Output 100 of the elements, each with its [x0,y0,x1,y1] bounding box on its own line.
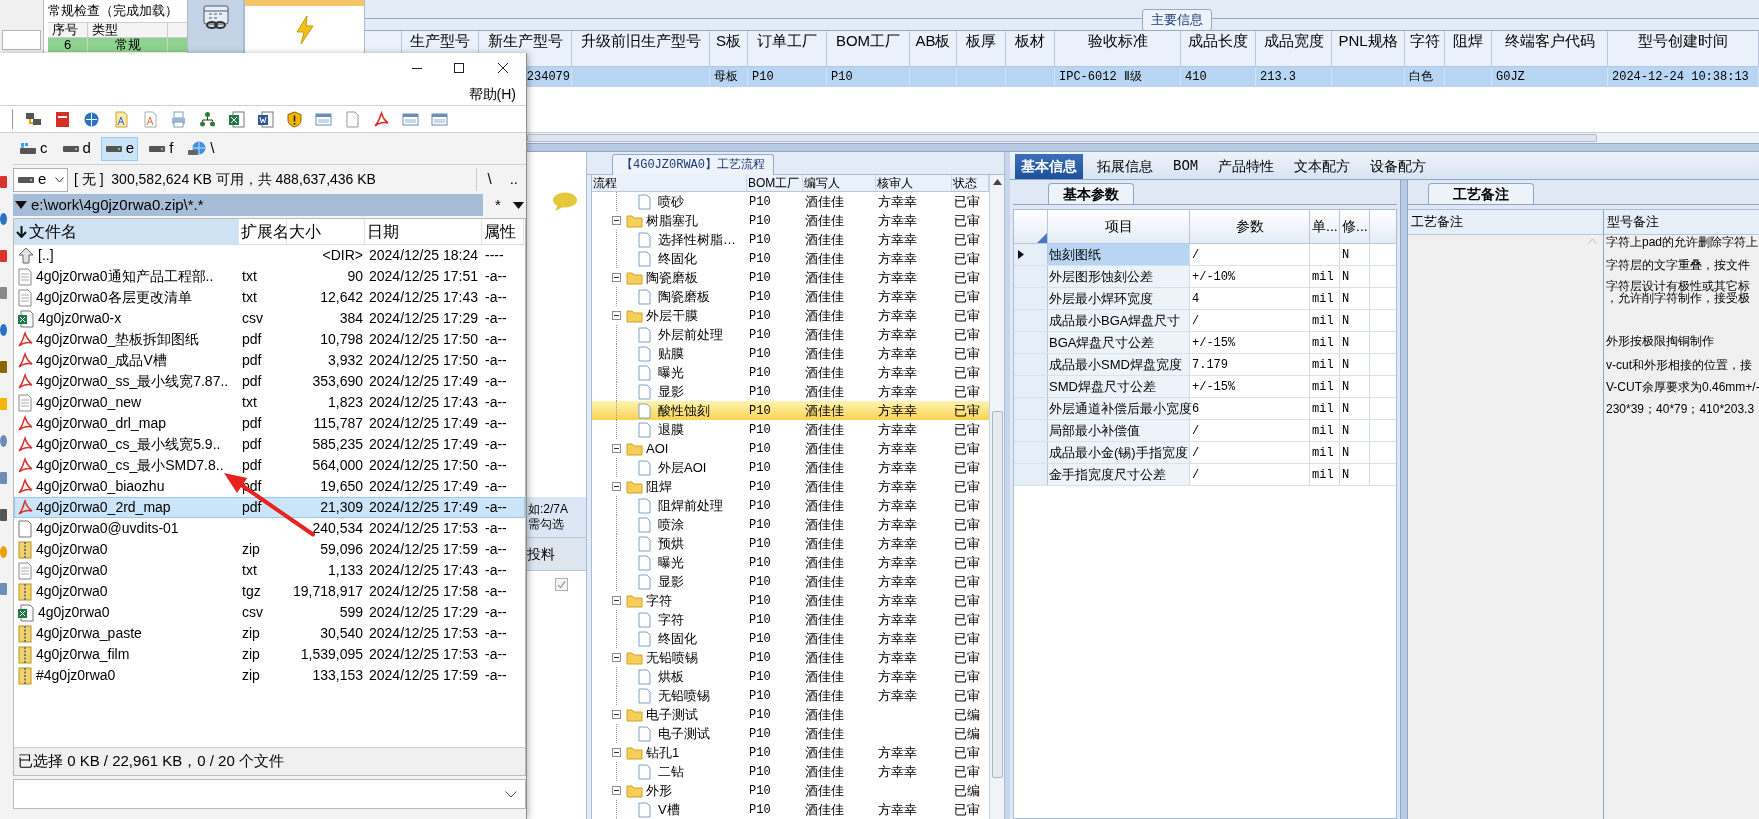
table-cell[interactable]: 成品最小SMD焊盘宽度 [1048,354,1190,375]
table-cell[interactable]: SMD焊盘尺寸公差 [1048,376,1190,397]
tree-item[interactable]: 曝光 [657,552,685,573]
scroll-up-icon[interactable] [992,179,1002,185]
file-name[interactable]: 4g0jz0rwa0_2rd_map [36,497,171,518]
tree-item[interactable]: 外层干膜 [646,305,698,326]
tree-item[interactable]: 无铅喷锡 [646,647,698,668]
column-header[interactable]: BOM工厂 [835,32,901,50]
tree-item[interactable]: 贴膜 [657,343,685,364]
calendar-link-icon[interactable] [200,4,231,30]
sidebar-icon[interactable] [0,508,8,522]
column-header[interactable]: BOM工厂 [747,175,803,191]
column-header[interactable]: 参数 [1190,210,1310,243]
tree-item[interactable]: 电子测试 [657,723,711,744]
tree-item[interactable]: 显影 [657,381,685,402]
column-header[interactable]: 序号 [48,23,88,37]
column-header[interactable]: 验收标准 [1087,32,1148,50]
file-name[interactable]: 4g0jz0rwa_paste [36,623,142,644]
file-name[interactable]: 4g0jz0rwa0_cs_最小SMD7.8.. [36,455,224,476]
drive-dropdown[interactable]: e [13,167,68,192]
column-header[interactable]: 日期 [365,219,482,244]
tree-item[interactable]: 喷砂 [657,191,685,212]
tree-item[interactable]: 选择性树脂… [657,229,737,250]
window-icon[interactable] [431,110,448,128]
column-header[interactable]: 单... [1310,210,1340,243]
file-name[interactable]: 4g0jz0rwa_film [36,644,130,665]
tab[interactable]: 文本配方 [1288,154,1357,179]
tree-item[interactable]: 字符 [657,609,685,630]
tree-item[interactable]: 退膜 [657,419,685,440]
column-header[interactable]: 字符 [1409,32,1440,50]
file-name[interactable]: 4g0jz0rwa0-x [38,308,122,329]
tree-item[interactable]: 树脂塞孔 [646,210,698,231]
tree-item[interactable]: 无铅喷锡 [657,685,711,706]
network-icon[interactable] [25,110,42,128]
tab[interactable]: 产品特性 [1212,154,1281,179]
collapse-icon[interactable] [611,311,621,320]
window-icon[interactable] [402,110,419,128]
collapse-icon[interactable] [611,273,621,282]
file-name[interactable]: 4g0jz0rwa0_drl_map [36,413,166,434]
tree-item[interactable]: 终固化 [657,628,698,649]
tree-item[interactable]: 显影 [657,571,685,592]
maximize-icon[interactable] [453,62,465,74]
tree-item[interactable]: 字符 [646,590,672,611]
tree-item[interactable]: 喷涂 [657,514,685,535]
corner-triangle-icon[interactable] [1037,233,1047,243]
column-header[interactable]: 编写人 [803,175,876,191]
file-name[interactable]: 4g0jz0rwa0各层更改清单 [36,287,192,308]
file-name[interactable]: 4g0jz0rwa0 [36,581,108,602]
sidebar-icon[interactable] [0,175,8,189]
file-name[interactable]: 4g0jz0rwa0_cs_最小线宽5.9.. [36,434,221,455]
menu-item[interactable]: 帮助(H) [466,83,518,105]
file-name[interactable]: 4g0jz0rwa0_new [36,392,142,413]
pdf-icon[interactable] [54,110,71,128]
column-header[interactable]: 终端客户代码 [1504,32,1595,50]
shield-icon[interactable] [286,110,303,128]
lightning-icon[interactable] [294,16,315,44]
root-button[interactable]: \ [487,168,492,191]
window-icon[interactable] [315,110,332,128]
table-cell[interactable]: 局部最小补偿值 [1048,420,1190,441]
file-name[interactable]: 4g0jz0rwa0_biaozhu [36,476,165,497]
collapse-icon[interactable] [611,710,621,719]
drive-button[interactable]: \ [183,136,219,161]
column-header[interactable]: 板厚 [966,32,996,50]
network-icon[interactable] [199,110,216,128]
sidebar-icon[interactable] [0,323,8,337]
collapse-icon[interactable] [611,482,621,491]
collapse-icon[interactable] [611,596,621,605]
column-header[interactable]: 属性 [482,219,524,244]
column-header[interactable]: 文件名 [14,219,239,244]
chevron-down-icon[interactable] [505,790,517,798]
column-header[interactable]: 核审人 [876,175,952,191]
tab[interactable]: 拓展信息 [1091,154,1159,179]
tree-item[interactable]: 烘板 [657,666,685,687]
tab[interactable]: BOM [1167,154,1205,179]
caret-icon[interactable] [512,201,524,209]
collapse-icon[interactable] [611,786,621,795]
table-cell[interactable]: BGA焊盘尺寸公差 [1048,332,1190,353]
tree-item[interactable]: 陶瓷磨板 [657,286,711,307]
sidebar-icon[interactable] [0,434,8,448]
drive-button[interactable]: d [57,136,95,161]
command-field[interactable] [13,779,526,809]
table-cell[interactable]: 成品最小BGA焊盘尺寸 [1048,310,1190,331]
column-header[interactable]: 修... [1340,210,1370,243]
tree-item[interactable]: 陶瓷磨板 [646,267,698,288]
column-header[interactable]: 成品长度 [1188,32,1248,50]
file-name[interactable]: 4g0jz0rwa0 [38,602,110,623]
sidebar-icon[interactable] [0,249,8,263]
tree-item[interactable]: 酸性蚀刻 [657,400,711,421]
sidebar-icon[interactable] [0,582,8,596]
column-header[interactable]: 升级前旧生产型号 [580,32,701,50]
file-name[interactable]: 4g0jz0rwa0 [36,560,108,581]
column-header[interactable]: PNL规格 [1338,32,1398,50]
sidebar-icon[interactable] [0,471,8,485]
collapse-icon[interactable] [611,216,621,225]
tab[interactable]: 基本信息 [1015,154,1083,179]
file-name[interactable]: [..] [38,245,54,266]
file-name[interactable]: #4g0jz0rwa0 [36,665,116,686]
tree-item[interactable]: 二钻 [657,761,685,782]
column-header[interactable]: 成品宽度 [1263,32,1324,50]
table-cell[interactable]: 外层通道补偿后最小宽度 [1048,398,1190,419]
